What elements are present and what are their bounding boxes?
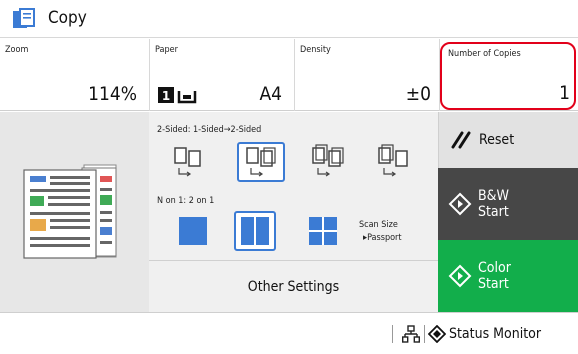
scan-size-value: ▸Passport bbox=[363, 233, 402, 243]
zoom-label: Zoom bbox=[5, 45, 29, 55]
two-sided-label: 2-Sided: 1-Sided→2-Sided bbox=[157, 125, 262, 135]
bw-start-button[interactable]: B&W Start bbox=[438, 168, 578, 240]
start-icon bbox=[448, 192, 472, 216]
network-icon[interactable] bbox=[402, 325, 420, 343]
settings-row: Zoom 114% Paper 1 A4 Density ±0 Number o… bbox=[0, 39, 578, 111]
paper-tile[interactable]: Paper 1 A4 bbox=[150, 39, 295, 111]
paper-source-icon: 1 bbox=[158, 87, 197, 104]
zoom-value: 114% bbox=[88, 83, 137, 105]
status-bar: Status Monitor bbox=[0, 312, 578, 354]
svg-text:1: 1 bbox=[162, 89, 170, 103]
other-settings-label: Other Settings bbox=[247, 279, 340, 295]
bw-label: B&W bbox=[478, 188, 509, 204]
one-on-one-icon bbox=[179, 217, 207, 245]
color-label: Color bbox=[478, 260, 511, 276]
color-start-button[interactable]: Color Start bbox=[438, 240, 578, 312]
reset-icon bbox=[451, 131, 471, 149]
color-start-label: Start bbox=[478, 276, 509, 292]
window-title: Copy bbox=[48, 8, 87, 28]
status-monitor-button[interactable]: Status Monitor bbox=[428, 319, 578, 349]
two-on-one-icon bbox=[241, 217, 269, 245]
reset-label: Reset bbox=[479, 132, 515, 148]
copies-label: Number of Copies bbox=[448, 49, 521, 59]
status-divider bbox=[392, 325, 393, 343]
status-monitor-label: Status Monitor bbox=[449, 326, 542, 342]
one-to-one-sided-icon bbox=[174, 147, 201, 177]
density-tile[interactable]: Density ±0 bbox=[295, 39, 440, 111]
status-divider bbox=[424, 325, 425, 343]
two-to-one-sided-option[interactable] bbox=[371, 142, 415, 182]
four-on-one-icon bbox=[309, 217, 337, 245]
start-icon bbox=[448, 264, 472, 288]
one-to-two-sided-option[interactable] bbox=[237, 142, 285, 182]
density-value: ±0 bbox=[405, 83, 431, 105]
paper-value: A4 bbox=[259, 83, 282, 105]
bw-start-label: Start bbox=[478, 204, 509, 220]
copy-icon bbox=[13, 8, 35, 28]
n-on-1-label: N on 1: 2 on 1 bbox=[157, 196, 215, 206]
reset-button[interactable]: Reset bbox=[438, 112, 578, 168]
scan-size-label: Scan Size bbox=[359, 220, 398, 230]
number-of-copies-tile[interactable]: Number of Copies 1 bbox=[440, 42, 576, 110]
copies-value: 1 bbox=[559, 82, 570, 104]
one-to-two-sided-icon bbox=[246, 147, 276, 177]
four-on-one-option[interactable] bbox=[305, 213, 341, 249]
options-panel: 2-Sided: 1-Sided→2-Sided N on 1: 2 on 1 … bbox=[149, 112, 438, 312]
paper-label: Paper bbox=[155, 45, 178, 55]
other-settings-button[interactable]: Other Settings bbox=[149, 260, 438, 312]
two-to-one-sided-icon bbox=[378, 144, 408, 177]
one-on-one-option[interactable] bbox=[175, 213, 211, 249]
zoom-tile[interactable]: Zoom 114% bbox=[0, 39, 150, 111]
one-to-one-sided-option[interactable] bbox=[165, 142, 209, 182]
two-to-two-sided-option[interactable] bbox=[305, 142, 349, 182]
two-on-one-option[interactable] bbox=[234, 211, 276, 251]
status-monitor-icon bbox=[428, 325, 446, 343]
document-preview-icon bbox=[23, 164, 117, 259]
title-bar: Copy bbox=[0, 0, 578, 38]
scan-size-setting[interactable]: Scan Size ▸Passport bbox=[355, 220, 435, 250]
density-label: Density bbox=[300, 45, 331, 55]
two-to-two-sided-icon bbox=[312, 144, 344, 177]
preview-panel bbox=[0, 112, 149, 312]
